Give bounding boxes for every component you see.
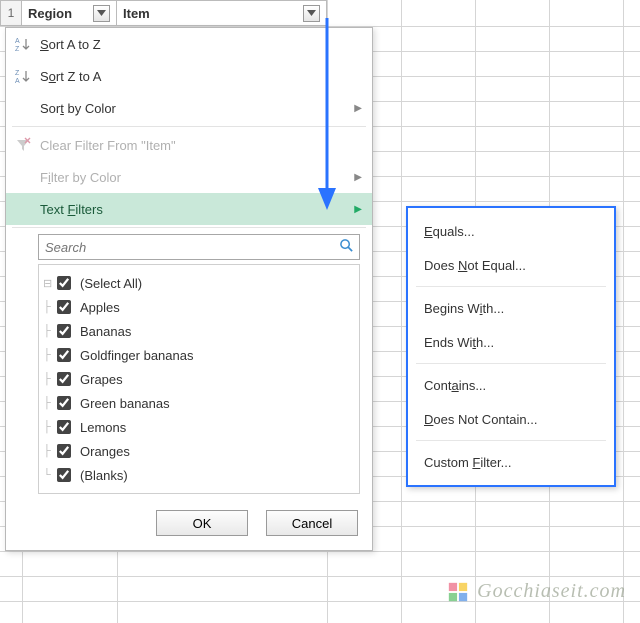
search-input[interactable] <box>38 234 360 260</box>
chevron-right-icon: ▶ <box>354 103 362 114</box>
clear-filter-icon <box>14 136 32 154</box>
filter-dropdown-panel: AZ Sort A to Z ZA Sort Z to A Sort by Co… <box>5 27 373 551</box>
sub-label: Does Not Contain... <box>424 412 537 427</box>
watermark: Gocchiaseit.com <box>447 580 626 603</box>
checkbox[interactable] <box>57 468 71 482</box>
menu-label: Sort Z to A <box>40 69 101 84</box>
text-filters-submenu: Equals... Does Not Equal... Begins With.… <box>406 206 616 487</box>
sort-by-color[interactable]: Sort by Color ▶ <box>6 92 372 124</box>
checkbox[interactable] <box>57 420 71 434</box>
svg-text:Z: Z <box>15 46 20 52</box>
sub-label: Equals... <box>424 224 475 239</box>
menu-label: Text Filters <box>40 202 103 217</box>
filter-checklist: ⊟(Select All) ├Apples ├Bananas ├Goldfing… <box>38 264 360 494</box>
menu-label: Filter by Color <box>40 170 121 185</box>
search-icon[interactable] <box>339 238 354 256</box>
checkbox[interactable] <box>57 276 71 290</box>
svg-text:Z: Z <box>15 70 20 77</box>
check-item[interactable]: ├Lemons <box>53 415 353 439</box>
search-box-wrap <box>38 234 360 260</box>
submenu-separator <box>416 286 606 287</box>
check-item[interactable]: ├Goldfinger bananas <box>53 343 353 367</box>
check-item[interactable]: └(Blanks) <box>53 463 353 487</box>
sub-label: Contains... <box>424 378 486 393</box>
checkbox[interactable] <box>57 372 71 386</box>
checkbox[interactable] <box>57 348 71 362</box>
sort-asc-icon: AZ <box>14 35 32 53</box>
dialog-buttons: OK Cancel <box>6 500 372 550</box>
svg-text:A: A <box>15 78 20 84</box>
check-label: Grapes <box>80 372 123 387</box>
filter-does-not-contain[interactable]: Does Not Contain... <box>408 402 614 436</box>
check-label: Bananas <box>80 324 131 339</box>
filter-dropdown-region-icon[interactable] <box>93 5 110 22</box>
column-header-item[interactable]: Item <box>117 0 327 26</box>
sub-label: Custom Filter... <box>424 455 511 470</box>
check-item[interactable]: ├Apples <box>53 295 353 319</box>
menu-label: Sort A to Z <box>40 37 101 52</box>
check-item[interactable]: ⊟(Select All) <box>53 271 353 295</box>
check-label: Lemons <box>80 420 126 435</box>
check-item[interactable]: ├Bananas <box>53 319 353 343</box>
sub-label: Ends With... <box>424 335 494 350</box>
header-row: 1 Region Item <box>0 0 640 26</box>
checkbox[interactable] <box>57 444 71 458</box>
watermark-logo-icon <box>447 581 469 603</box>
filter-dropdown-item-icon[interactable] <box>303 5 320 22</box>
column-label: Region <box>28 6 72 21</box>
clear-filter: Clear Filter From "Item" <box>6 129 372 161</box>
menu-label: Clear Filter From "Item" <box>40 138 176 153</box>
row-number[interactable]: 1 <box>0 0 22 26</box>
filter-does-not-equal[interactable]: Does Not Equal... <box>408 248 614 282</box>
check-label: Goldfinger bananas <box>80 348 193 363</box>
check-item[interactable]: ├Green bananas <box>53 391 353 415</box>
filter-begins-with[interactable]: Begins With... <box>408 291 614 325</box>
filter-by-color: Filter by Color ▶ <box>6 161 372 193</box>
menu-separator <box>12 227 366 228</box>
chevron-right-icon: ▶ <box>354 204 362 215</box>
check-label: (Blanks) <box>80 468 128 483</box>
column-label: Item <box>123 6 150 21</box>
sub-label: Begins With... <box>424 301 504 316</box>
check-label: Apples <box>80 300 120 315</box>
text-filters[interactable]: Text Filters ▶ <box>6 193 372 225</box>
check-item[interactable]: ├Oranges <box>53 439 353 463</box>
cancel-button[interactable]: Cancel <box>266 510 358 536</box>
sort-desc-icon: ZA <box>14 67 32 85</box>
chevron-right-icon: ▶ <box>354 172 362 183</box>
filter-ends-with[interactable]: Ends With... <box>408 325 614 359</box>
ok-button[interactable]: OK <box>156 510 248 536</box>
sort-a-to-z[interactable]: AZ Sort A to Z <box>6 28 372 60</box>
menu-label: Sort by Color <box>40 101 116 116</box>
svg-text:A: A <box>15 38 20 45</box>
check-label: (Select All) <box>80 276 142 291</box>
sort-z-to-a[interactable]: ZA Sort Z to A <box>6 60 372 92</box>
submenu-separator <box>416 363 606 364</box>
sub-label: Does Not Equal... <box>424 258 526 273</box>
filter-contains[interactable]: Contains... <box>408 368 614 402</box>
checkbox[interactable] <box>57 324 71 338</box>
column-header-region[interactable]: Region <box>22 0 117 26</box>
watermark-text: Gocchiaseit.com <box>477 580 626 603</box>
checkbox[interactable] <box>57 300 71 314</box>
checkbox[interactable] <box>57 396 71 410</box>
submenu-separator <box>416 440 606 441</box>
filter-custom[interactable]: Custom Filter... <box>408 445 614 479</box>
check-item[interactable]: ├Grapes <box>53 367 353 391</box>
filter-equals[interactable]: Equals... <box>408 214 614 248</box>
check-label: Green bananas <box>80 396 170 411</box>
check-label: Oranges <box>80 444 130 459</box>
menu-separator <box>12 126 366 127</box>
